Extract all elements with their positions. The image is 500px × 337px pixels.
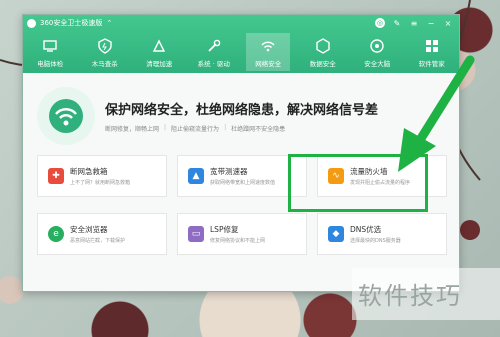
watermark-text: 软件技巧 <box>358 282 462 310</box>
